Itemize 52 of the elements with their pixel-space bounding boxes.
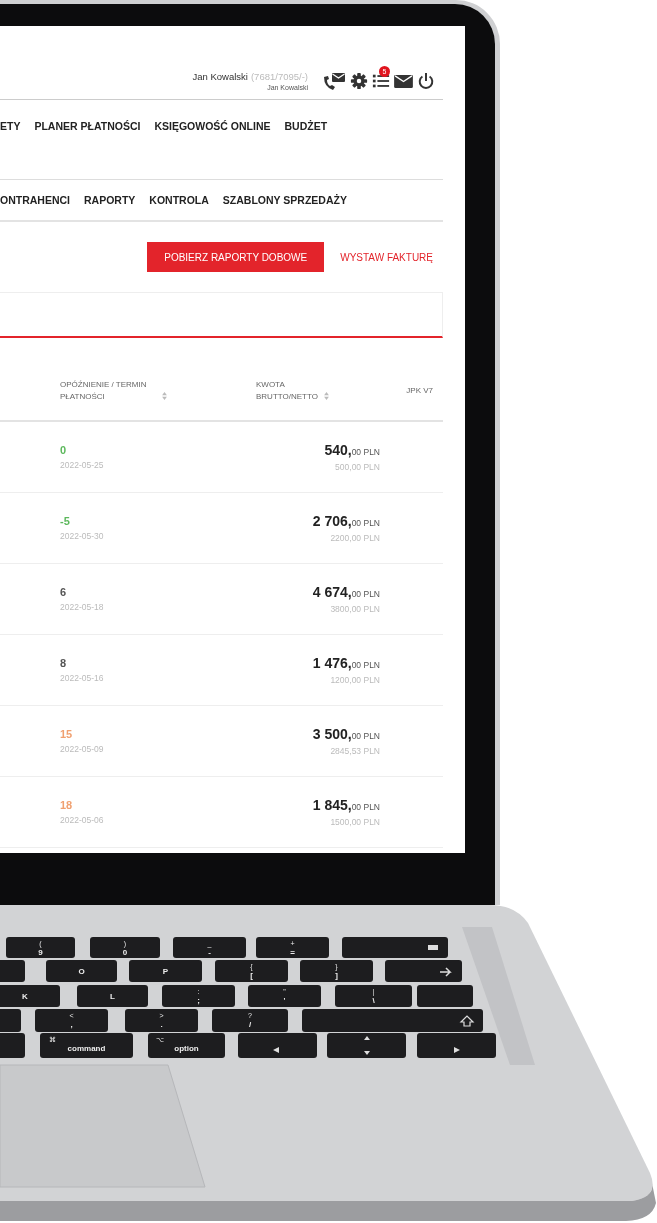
keyboard-key: K bbox=[0, 985, 60, 1007]
net-amount: 1200,00 PLN bbox=[330, 675, 380, 685]
issue-invoice-link[interactable]: WYSTAW FAKTURĘ bbox=[340, 251, 433, 263]
keyboard-key bbox=[0, 1033, 25, 1058]
mail-icon[interactable] bbox=[394, 73, 413, 89]
gross-amount: 1 476,00 PLN bbox=[312, 655, 380, 671]
search-field[interactable] bbox=[0, 292, 443, 338]
net-amount: 1500,00 PLN bbox=[330, 817, 380, 827]
nav-link[interactable]: SZABLONY SPRZEDAŻY bbox=[222, 194, 347, 206]
keyboard-key bbox=[0, 1009, 21, 1032]
delay-days: 8 bbox=[60, 657, 67, 669]
column-header[interactable]: JPK V7 bbox=[406, 385, 443, 397]
net-amount: 500,00 PLN bbox=[335, 462, 380, 472]
column-header[interactable]: KWOTA BRUTTO/NETTO bbox=[256, 379, 322, 403]
net-amount: 2200,00 PLN bbox=[330, 533, 380, 543]
net-amount: 3800,00 PLN bbox=[330, 604, 380, 614]
phone-mail-icon[interactable] bbox=[322, 71, 346, 91]
delay-days: 18 bbox=[60, 799, 73, 811]
gross-amount: 3 500,00 PLN bbox=[312, 726, 380, 742]
nav-link[interactable]: ONTRAHENCI bbox=[0, 194, 70, 206]
delay-days: 6 bbox=[60, 586, 67, 598]
net-amount: 2845,53 PLN bbox=[330, 746, 380, 756]
due-date: 2022-05-16 bbox=[60, 673, 104, 683]
column-header[interactable]: OPÓŹNIENIE / TERMIN PŁATNOŚCI bbox=[60, 379, 160, 403]
due-date: 2022-05-09 bbox=[60, 744, 104, 754]
nav-link[interactable]: RAPORTY bbox=[84, 194, 136, 206]
settings-icon[interactable] bbox=[350, 72, 368, 90]
delay-days: -5 bbox=[60, 515, 70, 527]
keyboard-key: L bbox=[77, 985, 148, 1007]
delay-days: 15 bbox=[60, 728, 73, 740]
gross-amount: 540,00 PLN bbox=[324, 442, 380, 458]
delay-days: 0 bbox=[60, 444, 67, 456]
power-icon[interactable] bbox=[417, 72, 435, 90]
gross-amount: 4 674,00 PLN bbox=[312, 584, 380, 600]
due-date: 2022-05-30 bbox=[60, 531, 104, 541]
gross-amount: 2 706,00 PLN bbox=[312, 513, 380, 529]
nav-link[interactable]: KSIĘGOWOŚĆ ONLINE bbox=[154, 120, 271, 179]
user-name: Jan Kowalski bbox=[192, 71, 248, 82]
due-date: 2022-05-25 bbox=[60, 460, 104, 470]
nav-link[interactable]: PLANER PŁATNOŚCI bbox=[34, 120, 141, 179]
account-id: (7681/7095/-) bbox=[250, 71, 308, 82]
keyboard-key bbox=[0, 960, 25, 982]
keyboard-key bbox=[417, 985, 473, 1007]
download-reports-button[interactable]: POBIERZ RAPORTY DOBOWE bbox=[147, 242, 325, 272]
due-date: 2022-05-18 bbox=[60, 602, 104, 612]
nav-link[interactable]: ETY bbox=[0, 120, 21, 179]
nav-link[interactable]: BUDŻET bbox=[284, 120, 328, 179]
due-date: 2022-05-06 bbox=[60, 815, 104, 825]
keyboard-key: O bbox=[46, 960, 117, 982]
gross-amount: 1 845,00 PLN bbox=[312, 797, 380, 813]
keyboard-key: P bbox=[129, 960, 202, 982]
nav-link[interactable]: KONTROLA bbox=[149, 194, 209, 206]
